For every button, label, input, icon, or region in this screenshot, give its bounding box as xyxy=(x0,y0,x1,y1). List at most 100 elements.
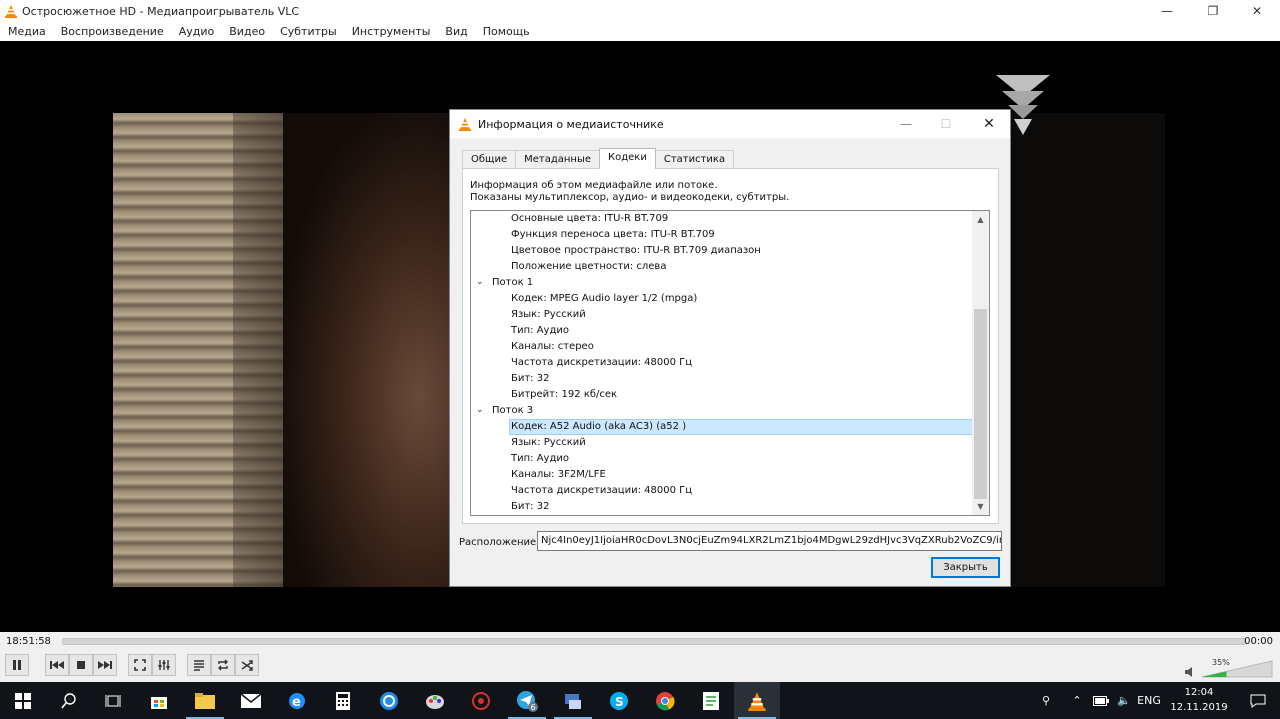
scroll-down-icon[interactable]: ▼ xyxy=(972,498,989,515)
tree-item[interactable]: Положение цветности: слева xyxy=(511,259,666,275)
tree-item[interactable]: Тип: Аудио xyxy=(511,451,569,467)
taskbar: e 6 S ⚲ ⌃ 🔈 ENG 12:04 12.11.2019 xyxy=(0,682,1280,719)
taskbar-app-red[interactable] xyxy=(458,682,504,719)
tray-chevron-up-icon[interactable]: ⌃ xyxy=(1068,682,1086,719)
taskbar-app-network[interactable] xyxy=(550,682,596,719)
tree-stream-node[interactable]: Поток 1 xyxy=(492,275,533,291)
shuffle-button[interactable] xyxy=(235,654,259,676)
extended-settings-button[interactable] xyxy=(152,654,176,676)
media-info-dialog: Информация о медиаисточнике — ☐ ✕ Общие … xyxy=(449,109,1011,587)
tree-item[interactable]: Бит: 32 xyxy=(511,371,549,387)
tree-stream-node[interactable]: Поток 3 xyxy=(492,403,533,419)
location-field[interactable]: Njc4In0eyJ1IjoiaHR0cDovL3N0cjEuZm94LXR2L… xyxy=(537,531,1002,551)
taskbar-chrome[interactable] xyxy=(642,682,688,719)
dialog-maximize-button[interactable]: ☐ xyxy=(931,114,961,134)
maximize-icon: ☐ xyxy=(940,117,952,131)
menu-tools[interactable]: Инструменты xyxy=(352,25,431,38)
playlist-button[interactable] xyxy=(187,654,211,676)
pause-button[interactable] xyxy=(5,654,29,676)
tree-item-selected[interactable]: Кодек: A52 Audio (aka AC3) (a52 ) xyxy=(509,419,973,435)
tree-item[interactable]: Каналы: стерео xyxy=(511,339,594,355)
video-scene-person xyxy=(283,113,453,587)
dialog-minimize-button[interactable]: — xyxy=(891,114,921,134)
menu-subtitles[interactable]: Субтитры xyxy=(280,25,337,38)
tab-bar: Общие Метаданные Кодеки Статистика xyxy=(462,148,735,169)
tree-item[interactable]: Цветовое пространство: ITU-R BT.709 диап… xyxy=(511,243,761,259)
clock[interactable]: 12:04 12.11.2019 xyxy=(1162,685,1236,715)
tree-scrollbar[interactable]: ▲ ▼ xyxy=(972,211,989,515)
dialog-close-button[interactable]: ✕ xyxy=(974,114,1004,134)
tab-codecs[interactable]: Кодеки xyxy=(599,148,656,169)
taskbar-notepad-app[interactable] xyxy=(688,682,734,719)
previous-button[interactable] xyxy=(45,654,69,676)
windows-logo-icon xyxy=(15,692,31,709)
task-view-button[interactable] xyxy=(90,682,136,719)
tree-item[interactable]: Бит: 32 xyxy=(511,499,549,515)
menu-video[interactable]: Видео xyxy=(229,25,265,38)
volume-tray-icon[interactable]: 🔈 xyxy=(1113,682,1135,719)
battery-icon[interactable] xyxy=(1090,682,1112,719)
taskbar-skype[interactable]: S xyxy=(596,682,642,719)
close-window-button[interactable]: ✕ xyxy=(1234,0,1280,22)
chevron-down-icon[interactable]: ⌄ xyxy=(476,277,484,287)
people-icon[interactable]: ⚲ xyxy=(1034,682,1058,719)
chevron-down-icon[interactable]: ⌄ xyxy=(476,405,484,415)
dialog-title: Информация о медиаисточнике xyxy=(478,117,664,131)
taskbar-telegram[interactable]: 6 xyxy=(504,682,550,719)
scrollbar-thumb[interactable] xyxy=(974,309,987,499)
location-label: Расположение: xyxy=(459,537,540,548)
codec-tree[interactable]: Основные цвета: ITU-R BT.709 Функция пер… xyxy=(470,210,990,516)
menu-help[interactable]: Помощь xyxy=(483,25,530,38)
taskbar-edge[interactable]: e xyxy=(274,682,320,719)
pause-icon xyxy=(13,660,21,670)
taskbar-mail[interactable] xyxy=(228,682,274,719)
fullscreen-button[interactable] xyxy=(128,654,152,676)
store-icon xyxy=(151,696,167,709)
remaining-time[interactable]: 00:00 xyxy=(1244,636,1273,647)
tree-item[interactable]: Язык: Русский xyxy=(511,307,586,323)
next-button[interactable] xyxy=(93,654,117,676)
seek-bar[interactable] xyxy=(62,638,1246,645)
search-button[interactable] xyxy=(46,682,92,719)
skype-icon: S xyxy=(610,691,628,710)
notifications-icon[interactable] xyxy=(1240,682,1276,719)
taskbar-calculator[interactable] xyxy=(320,682,366,719)
restore-button[interactable]: ❐ xyxy=(1190,0,1236,22)
tree-item[interactable]: Язык: Русский xyxy=(511,435,586,451)
menu-view[interactable]: Вид xyxy=(445,25,467,38)
start-button[interactable] xyxy=(0,682,46,719)
tab-general[interactable]: Общие xyxy=(462,150,517,169)
taskbar-app-refresh[interactable] xyxy=(366,682,412,719)
menu-playback[interactable]: Воспроизведение xyxy=(61,25,164,38)
tree-item[interactable]: Битрейт: 192 кб/сек xyxy=(511,387,617,403)
menu-media[interactable]: Медиа xyxy=(8,25,46,38)
tab-statistics[interactable]: Статистика xyxy=(654,150,735,169)
taskbar-vlc[interactable] xyxy=(734,682,780,719)
taskbar-store[interactable] xyxy=(136,682,182,719)
tree-item[interactable]: Частота дискретизации: 48000 Гц xyxy=(511,483,692,499)
tree-item[interactable]: Кодек: MPEG Audio layer 1/2 (mpga) xyxy=(511,291,697,307)
menu-audio[interactable]: Аудио xyxy=(179,25,215,38)
taskbar-explorer[interactable] xyxy=(182,682,228,719)
svg-text:e: e xyxy=(292,695,301,710)
elapsed-time[interactable]: 18:51:58 xyxy=(6,636,51,647)
tree-item[interactable]: Основные цвета: ITU-R BT.709 xyxy=(511,211,668,227)
tree-item[interactable]: Тип: Аудио xyxy=(511,323,569,339)
minimize-button[interactable]: — xyxy=(1144,0,1190,22)
loop-button[interactable] xyxy=(211,654,235,676)
close-dialog-button[interactable]: Закрыть xyxy=(931,557,1000,578)
tree-item[interactable]: Частота дискретизации: 48000 Гц xyxy=(511,355,692,371)
loop-icon xyxy=(218,659,228,671)
search-icon xyxy=(61,692,76,708)
speaker-icon[interactable] xyxy=(1185,667,1195,677)
tree-item[interactable]: Каналы: 3F2M/LFE xyxy=(511,467,606,483)
tree-item[interactable]: Функция переноса цвета: ITU-R BT.709 xyxy=(511,227,715,243)
scroll-up-icon[interactable]: ▲ xyxy=(972,211,989,228)
language-indicator[interactable]: ENG xyxy=(1136,682,1162,719)
stop-button[interactable] xyxy=(69,654,93,676)
tab-metadata[interactable]: Метаданные xyxy=(515,150,601,169)
calculator-icon xyxy=(336,691,350,710)
stop-icon xyxy=(77,661,85,669)
telegram-icon: 6 xyxy=(517,690,538,712)
taskbar-app-paint[interactable] xyxy=(412,682,458,719)
